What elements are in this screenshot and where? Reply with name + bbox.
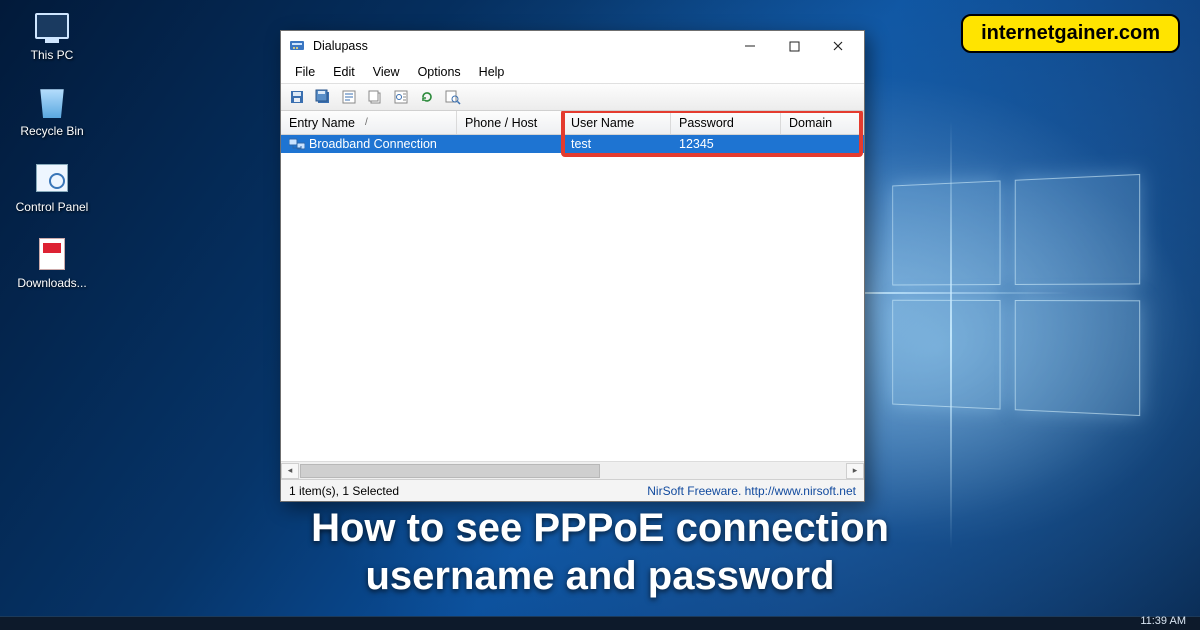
toolbar: [281, 83, 864, 111]
windows-logo-art: [892, 174, 1140, 416]
overlay-caption: How to see PPPoE connection username and…: [0, 504, 1200, 600]
menu-edit[interactable]: Edit: [325, 63, 363, 81]
menu-help[interactable]: Help: [471, 63, 513, 81]
control-panel-icon: [36, 164, 68, 192]
horizontal-scrollbar[interactable]: ◂ ▸: [281, 461, 864, 479]
floppy-stack-icon: [315, 89, 331, 105]
status-item-count: 1 item(s), 1 Selected: [289, 484, 647, 498]
column-headers: Entry Name / Phone / Host User Name Pass…: [281, 111, 864, 135]
menu-bar: File Edit View Options Help: [281, 61, 864, 83]
column-domain[interactable]: Domain: [781, 111, 864, 134]
title-bar[interactable]: Dialupass: [281, 31, 864, 61]
close-button[interactable]: [816, 32, 860, 60]
cell-password: 12345: [671, 137, 781, 151]
desktop-icon-label: Control Panel: [14, 200, 90, 214]
pdf-file-icon: [39, 238, 65, 270]
find-icon: [445, 89, 461, 105]
computer-icon: [35, 13, 69, 39]
toolbar-find-button[interactable]: [441, 86, 465, 108]
column-password[interactable]: Password: [671, 111, 781, 134]
watermark-badge: internetgainer.com: [961, 14, 1180, 53]
desktop-icon-label: Recycle Bin: [14, 124, 90, 138]
connection-icon: [289, 137, 305, 151]
app-icon: [289, 38, 305, 54]
scroll-left-button[interactable]: ◂: [281, 463, 299, 479]
taskbar-clock[interactable]: 11:39 AM: [1140, 615, 1186, 627]
refresh-icon: [419, 89, 435, 105]
scroll-thumb[interactable]: [300, 464, 600, 478]
column-entry-name[interactable]: Entry Name /: [281, 111, 457, 134]
sort-indicator-icon: /: [365, 117, 368, 128]
desktop-icon-this-pc[interactable]: This PC: [14, 8, 90, 62]
status-credit: NirSoft Freeware. http://www.nirsoft.net: [647, 484, 856, 498]
desktop-icon-downloads[interactable]: Downloads...: [14, 236, 90, 290]
desktop-icon-recycle-bin[interactable]: Recycle Bin: [14, 84, 90, 138]
menu-options[interactable]: Options: [410, 63, 469, 81]
properties-icon: [341, 89, 357, 105]
toolbar-properties-button[interactable]: [337, 86, 361, 108]
cell-user: test: [563, 137, 671, 151]
column-user-name[interactable]: User Name: [563, 111, 671, 134]
gear-list-icon: [393, 89, 409, 105]
menu-view[interactable]: View: [365, 63, 408, 81]
cell-entry: Broadband Connection: [309, 137, 437, 151]
toolbar-save-all-button[interactable]: [311, 86, 335, 108]
list-row[interactable]: Broadband Connection test 12345: [281, 135, 864, 153]
toolbar-options-button[interactable]: [389, 86, 413, 108]
minimize-button[interactable]: [728, 32, 772, 60]
column-phone-host[interactable]: Phone / Host: [457, 111, 563, 134]
desktop-icons: This PC Recycle Bin Control Panel Downlo…: [14, 8, 94, 312]
toolbar-save-button[interactable]: [285, 86, 309, 108]
maximize-button[interactable]: [772, 32, 816, 60]
desktop-icon-label: Downloads...: [14, 276, 90, 290]
column-label: Entry Name: [289, 116, 355, 130]
list-view: Entry Name / Phone / Host User Name Pass…: [281, 111, 864, 479]
copy-icon: [367, 89, 383, 105]
dialupass-window: Dialupass File Edit View Options Help: [280, 30, 865, 502]
scroll-track[interactable]: [299, 463, 846, 479]
desktop-icon-control-panel[interactable]: Control Panel: [14, 160, 90, 214]
status-bar: 1 item(s), 1 Selected NirSoft Freeware. …: [281, 479, 864, 501]
status-link[interactable]: http://www.nirsoft.net: [745, 484, 856, 498]
scroll-right-button[interactable]: ▸: [846, 463, 864, 479]
desktop-icon-label: This PC: [14, 48, 90, 62]
list-rows[interactable]: Broadband Connection test 12345: [281, 135, 864, 461]
window-title: Dialupass: [313, 39, 728, 53]
toolbar-refresh-button[interactable]: [415, 86, 439, 108]
recycle-bin-icon: [38, 86, 66, 118]
taskbar[interactable]: 11:39 AM: [0, 616, 1200, 630]
toolbar-copy-button[interactable]: [363, 86, 387, 108]
floppy-icon: [289, 89, 305, 105]
menu-file[interactable]: File: [287, 63, 323, 81]
